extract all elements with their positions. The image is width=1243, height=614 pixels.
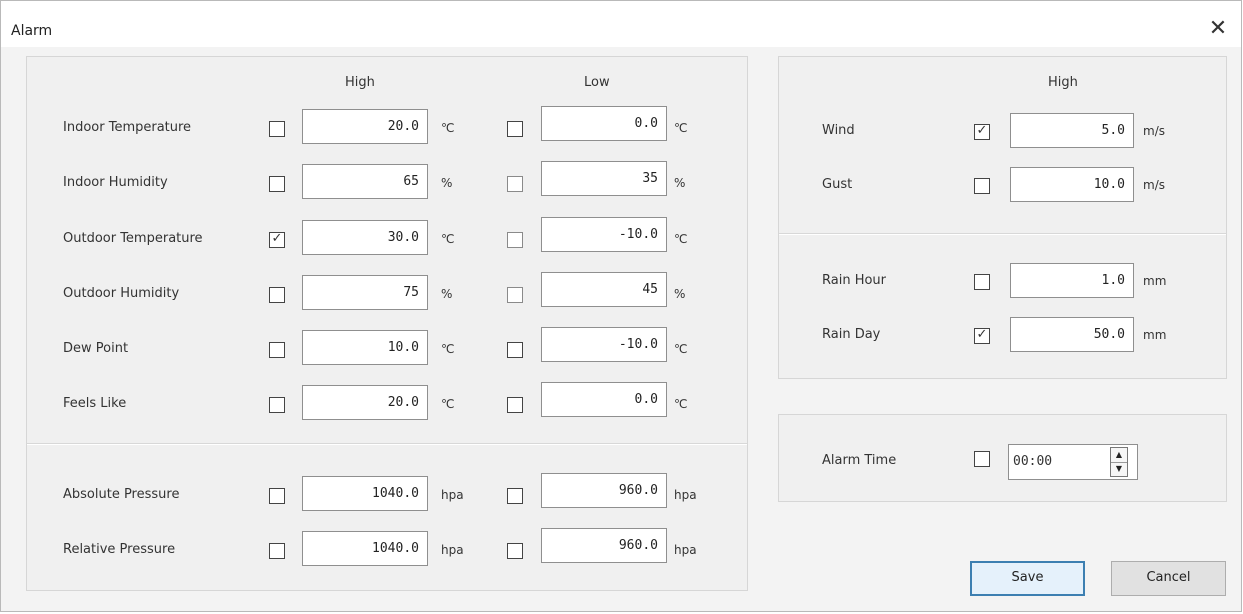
high-column-header: High — [345, 75, 375, 90]
high-threshold-input[interactable]: 65 — [302, 164, 428, 199]
low-unit-label: hpa — [674, 543, 697, 557]
high-unit-label: ℃ — [441, 342, 455, 356]
low-threshold-input[interactable]: 960.0 — [541, 528, 667, 563]
high-threshold-input[interactable]: 30.0 — [302, 220, 428, 255]
high-alarm-checkbox[interactable]: ✓ — [269, 232, 285, 248]
right-alarm-checkbox[interactable] — [974, 178, 990, 194]
low-unit-label: ℃ — [674, 232, 688, 246]
low-threshold-input[interactable]: -10.0 — [541, 327, 667, 362]
alarm-time-spinner[interactable]: ▲ ▼ — [1110, 447, 1128, 477]
right-unit-label: m/s — [1143, 124, 1165, 138]
low-alarm-checkbox[interactable] — [507, 488, 523, 504]
right-row-label: Gust — [822, 177, 853, 192]
row-label: Absolute Pressure — [63, 487, 180, 502]
alarm-time-label: Alarm Time — [822, 453, 897, 468]
high-alarm-checkbox[interactable] — [269, 397, 285, 413]
high-unit-label: hpa — [441, 543, 464, 557]
low-alarm-checkbox[interactable] — [507, 287, 523, 303]
low-unit-label: hpa — [674, 488, 697, 502]
window-title: Alarm — [11, 23, 53, 39]
high-alarm-checkbox[interactable] — [269, 543, 285, 559]
alarm-dialog: Alarm ✕ High Low Indoor Temperature 20.0… — [0, 0, 1242, 612]
pressure-separator — [27, 443, 747, 445]
row-label: Outdoor Temperature — [63, 231, 203, 246]
spin-up-icon[interactable]: ▲ — [1111, 448, 1127, 463]
row-label: Feels Like — [63, 396, 127, 411]
title-bar: Alarm ✕ — [1, 1, 1241, 47]
high-alarm-checkbox[interactable] — [269, 287, 285, 303]
high-unit-label: ℃ — [441, 232, 455, 246]
high-alarm-checkbox[interactable] — [269, 488, 285, 504]
low-unit-label: ℃ — [674, 121, 688, 135]
high-unit-label: % — [441, 176, 453, 190]
high-threshold-input[interactable]: 1040.0 — [302, 531, 428, 566]
right-unit-label: mm — [1143, 328, 1167, 342]
low-alarm-checkbox[interactable] — [507, 342, 523, 358]
low-threshold-input[interactable]: 0.0 — [541, 106, 667, 141]
low-unit-label: % — [674, 287, 686, 301]
low-alarm-checkbox[interactable] — [507, 176, 523, 192]
right-alarm-checkbox[interactable]: ✓ — [974, 328, 990, 344]
right-alarm-checkbox[interactable] — [974, 274, 990, 290]
right-threshold-input[interactable]: 5.0 — [1010, 113, 1134, 148]
high-alarm-checkbox[interactable] — [269, 121, 285, 137]
right-row-label: Rain Day — [822, 327, 881, 342]
row-label: Outdoor Humidity — [63, 286, 180, 301]
low-alarm-checkbox[interactable] — [507, 121, 523, 137]
high-unit-label: ℃ — [441, 397, 455, 411]
row-label: Indoor Humidity — [63, 175, 168, 190]
high-alarm-checkbox[interactable] — [269, 342, 285, 358]
wind-high-header: High — [1048, 75, 1078, 90]
low-threshold-input[interactable]: 0.0 — [541, 382, 667, 417]
row-label: Relative Pressure — [63, 542, 176, 557]
high-unit-label: % — [441, 287, 453, 301]
high-threshold-input[interactable]: 1040.0 — [302, 476, 428, 511]
low-unit-label: % — [674, 176, 686, 190]
close-icon[interactable]: ✕ — [1203, 15, 1233, 43]
high-alarm-checkbox[interactable] — [269, 176, 285, 192]
low-column-header: Low — [584, 75, 610, 90]
high-threshold-input[interactable]: 20.0 — [302, 385, 428, 420]
high-threshold-input[interactable]: 10.0 — [302, 330, 428, 365]
high-unit-label: hpa — [441, 488, 464, 502]
row-label: Indoor Temperature — [63, 120, 192, 135]
right-threshold-input[interactable]: 1.0 — [1010, 263, 1134, 298]
low-threshold-input[interactable]: 45 — [541, 272, 667, 307]
high-unit-label: ℃ — [441, 121, 455, 135]
low-threshold-input[interactable]: -10.0 — [541, 217, 667, 252]
right-row-label: Wind — [822, 123, 855, 138]
right-threshold-input[interactable]: 10.0 — [1010, 167, 1134, 202]
rain-separator — [779, 233, 1226, 235]
right-row-label: Rain Hour — [822, 273, 887, 288]
save-button[interactable]: Save — [970, 561, 1085, 596]
high-threshold-input[interactable]: 75 — [302, 275, 428, 310]
cancel-button[interactable]: Cancel — [1111, 561, 1226, 596]
low-threshold-input[interactable]: 35 — [541, 161, 667, 196]
low-unit-label: ℃ — [674, 397, 688, 411]
right-unit-label: m/s — [1143, 178, 1165, 192]
right-unit-label: mm — [1143, 274, 1167, 288]
low-threshold-input[interactable]: 960.0 — [541, 473, 667, 508]
low-alarm-checkbox[interactable] — [507, 543, 523, 559]
low-alarm-checkbox[interactable] — [507, 397, 523, 413]
right-alarm-checkbox[interactable]: ✓ — [974, 124, 990, 140]
right-threshold-input[interactable]: 50.0 — [1010, 317, 1134, 352]
spin-down-icon[interactable]: ▼ — [1111, 462, 1127, 476]
low-unit-label: ℃ — [674, 342, 688, 356]
high-threshold-input[interactable]: 20.0 — [302, 109, 428, 144]
low-alarm-checkbox[interactable] — [507, 232, 523, 248]
row-label: Dew Point — [63, 341, 129, 356]
alarm-time-checkbox[interactable] — [974, 451, 990, 467]
